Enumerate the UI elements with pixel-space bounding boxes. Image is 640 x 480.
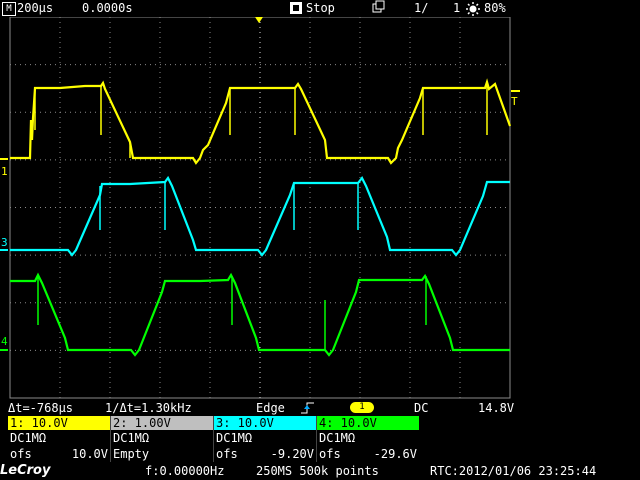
acq-count-b: 1 bbox=[453, 1, 461, 15]
coupling-readout[interactable]: DC bbox=[414, 400, 428, 416]
ch3-coupling: DC1MΩ bbox=[216, 431, 253, 445]
ch1-coupling: DC1MΩ bbox=[10, 431, 47, 445]
channel-3-info[interactable]: 3: 10.0V DC1MΩ ofs -9.20V bbox=[214, 416, 317, 462]
top-status-bar: M 200µs 0.0000s Stop 1/ 1 80% bbox=[0, 0, 640, 17]
delay-readout[interactable]: 0.0000s bbox=[82, 0, 133, 17]
channel-4-info[interactable]: 4: 10.0V DC1MΩ ofs -29.6V bbox=[317, 416, 419, 462]
ch3-ground-marker[interactable]: 3 bbox=[1, 236, 8, 249]
sample-info: 250MS 500k points bbox=[256, 464, 379, 478]
stop-icon[interactable] bbox=[290, 2, 302, 14]
channel-2-info[interactable]: 2: 1.00V DC1MΩ Empty bbox=[111, 416, 214, 462]
trigger-level-marker[interactable]: T bbox=[511, 95, 518, 108]
delta-t-readout[interactable]: Δt=-768µs bbox=[8, 400, 73, 416]
ch2-offset-row: Empty bbox=[111, 446, 213, 462]
ch1-ground-marker[interactable]: 1 bbox=[1, 165, 8, 178]
ch4-scale: 4: 10.0V bbox=[317, 416, 419, 430]
inv-delta-t-readout[interactable]: 1/Δt=1.30kHz bbox=[105, 400, 192, 416]
ch3-offset-row: ofs -9.20V bbox=[214, 446, 316, 462]
channel-1-info[interactable]: 1: 10.0V DC1MΩ ofs 10.0V bbox=[8, 416, 111, 462]
ch2-status: Empty bbox=[113, 447, 150, 461]
trigger-source-badge[interactable]: 1 bbox=[350, 402, 374, 413]
trigger-type[interactable]: Edge bbox=[256, 400, 285, 416]
ch1-offset-row: ofs 10.0V bbox=[8, 446, 110, 462]
run-state[interactable]: Stop bbox=[306, 0, 335, 17]
ch2-scale: 2: 1.00V bbox=[111, 416, 213, 430]
ch2-coupling: DC1MΩ bbox=[113, 431, 150, 445]
rtc-clock: RTC:2012/01/06 23:25:44 bbox=[430, 464, 597, 478]
timebase-readout[interactable]: 200µs bbox=[17, 0, 53, 17]
ch4-coupling: DC1MΩ bbox=[319, 431, 356, 445]
ch4-offset-label: ofs bbox=[319, 447, 341, 461]
ch4-ground-marker[interactable]: 4 bbox=[1, 335, 8, 348]
ch1-offset-value: 10.0V bbox=[71, 447, 108, 461]
brand-logo: LeCroy bbox=[0, 463, 51, 478]
waveform-graticule: 1 3 4 T bbox=[0, 16, 520, 399]
mode-icon[interactable]: M bbox=[2, 2, 16, 16]
scope-display[interactable]: 1 3 4 T bbox=[0, 16, 640, 400]
ch1-offset-label: ofs bbox=[10, 447, 32, 461]
ch4-offset-row: ofs -29.6V bbox=[317, 446, 419, 462]
ch3-scale: 3: 10.0V bbox=[214, 416, 316, 430]
measurement-row: Δt=-768µs 1/Δt=1.30kHz Edge DC 14.8V bbox=[0, 400, 640, 416]
brightness-readout[interactable]: 80% bbox=[484, 0, 506, 17]
ch3-waveform bbox=[10, 175, 510, 257]
acq-count-a: 1/ bbox=[414, 1, 429, 15]
bottom-status-bar: LeCroy f:0.00000Hz 250MS 500k points RTC… bbox=[0, 462, 640, 480]
ch3-offset-label: ofs bbox=[216, 447, 238, 461]
ch4-offset-value: -29.6V bbox=[373, 447, 417, 461]
frequency-readout: f:0.00000Hz bbox=[145, 464, 225, 478]
ch1-scale: 1: 10.0V bbox=[8, 416, 110, 430]
trigger-level-readout[interactable]: 14.8V bbox=[478, 400, 514, 416]
ch3-offset-value: -9.20V bbox=[270, 447, 314, 461]
trigger-position-marker bbox=[255, 17, 263, 23]
